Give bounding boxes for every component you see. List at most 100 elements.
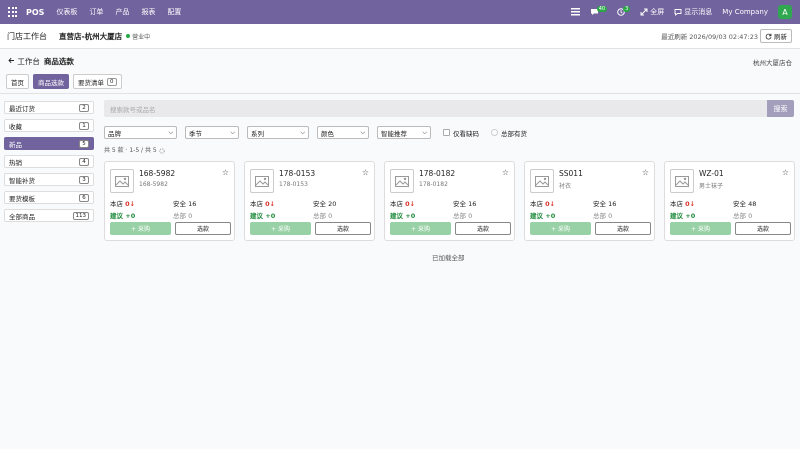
- product-card[interactable]: 168-5982 168-5982 ☆ 本店 0↓ 安全 16 建议 +0 总部…: [104, 161, 235, 241]
- messages-icon[interactable]: 40: [590, 6, 608, 16]
- product-card-grid: 168-5982 168-5982 ☆ 本店 0↓ 安全 16 建议 +0 总部…: [104, 161, 795, 241]
- sidebar-item-favorites[interactable]: 收藏 1: [4, 119, 94, 132]
- pick-style-button[interactable]: 选款: [175, 222, 231, 235]
- back-to-workbench-link[interactable]: 工作台: [8, 56, 40, 67]
- workbench-header: 门店工作台 直营店-杭州大厦店 营业中 最近刷新 2026/09/03 02:4…: [0, 24, 800, 49]
- sidebar-item-smart-replenish[interactable]: 智能补货 3: [4, 173, 94, 186]
- favorite-star-icon[interactable]: ☆: [502, 168, 509, 177]
- pick-style-button[interactable]: 选款: [315, 222, 371, 235]
- only-short-size-checkbox[interactable]: 仅看缺码: [443, 128, 479, 138]
- brand-select[interactable]: 品牌 ⌵: [104, 126, 177, 139]
- app-brand[interactable]: POS: [26, 8, 44, 17]
- store-status-label: 营业中: [132, 33, 151, 41]
- refresh-label: 刷新: [774, 33, 787, 41]
- pick-style-button[interactable]: 选款: [735, 222, 791, 235]
- store-stock: 本店 0↓: [110, 198, 135, 208]
- product-code: 178-0182: [419, 169, 456, 178]
- add-purchase-button[interactable]: + 采购: [670, 222, 731, 235]
- menu-item-reports[interactable]: 报表: [141, 7, 155, 17]
- radio-icon: [491, 129, 498, 136]
- chevron-down-icon: ⌵: [300, 128, 305, 136]
- product-subtitle: 178-0153: [279, 181, 308, 188]
- menu-item-orders[interactable]: 订单: [89, 7, 103, 17]
- arrow-down-icon: ↓: [269, 200, 276, 208]
- safety-stock: 安全 16: [593, 200, 617, 208]
- company-switcher[interactable]: My Company: [722, 8, 768, 16]
- only-short-size-label: 仅看缺码: [453, 129, 479, 138]
- arrow-down-icon: ↓: [549, 200, 556, 208]
- tab-requisition-list-label: 要货清单: [78, 78, 104, 87]
- store-name: 直营店-杭州大厦店: [59, 31, 123, 41]
- store-status: 营业中: [126, 32, 150, 41]
- tab-requisition-list[interactable]: 要货清单 0: [73, 74, 122, 89]
- favorite-star-icon[interactable]: ☆: [362, 168, 369, 177]
- tab-home[interactable]: 首页: [6, 74, 29, 89]
- product-card[interactable]: 178-0182 178-0182 ☆ 本店 0↓ 安全 16 建议 +0 总部…: [384, 161, 515, 241]
- breadcrumb-current: 商品选款: [43, 57, 74, 66]
- fullscreen-label: 全屏: [650, 8, 665, 16]
- sidebar-item-templates[interactable]: 要货模板 6: [4, 191, 94, 204]
- chevron-down-icon: ⌵: [230, 128, 235, 136]
- sidebar-item-all-products[interactable]: 全部商品 113: [4, 209, 94, 222]
- loading-spinner-icon: [159, 147, 165, 154]
- sidebar-item-label: 热销: [9, 158, 22, 167]
- tab-product-selection[interactable]: 商品选款: [33, 74, 69, 89]
- season-select-label: 季节: [189, 129, 202, 138]
- season-select[interactable]: 季节 ⌵: [185, 126, 239, 139]
- product-card[interactable]: 178-0153 178-0153 ☆ 本店 0↓ 安全 20 建议 +0 总部…: [244, 161, 375, 241]
- sidebar-item-label: 要货模板: [9, 194, 35, 203]
- sidebar-item-recent-orders[interactable]: 最近订货 2: [4, 101, 94, 114]
- favorite-star-icon[interactable]: ☆: [782, 168, 789, 177]
- list-view-icon[interactable]: [570, 8, 580, 16]
- menu-item-config[interactable]: 配置: [167, 7, 181, 17]
- user-avatar[interactable]: A: [778, 5, 792, 19]
- smart-recommend-select[interactable]: 智能推荐 ⌵: [377, 126, 431, 139]
- sidebar-item-new-products[interactable]: 新品 5: [4, 137, 94, 150]
- safety-stock: 安全 16: [453, 200, 477, 208]
- chat-icon: [674, 9, 682, 16]
- add-purchase-button[interactable]: + 采购: [110, 222, 171, 235]
- apps-menu-icon[interactable]: [8, 7, 18, 17]
- divider: [0, 93, 800, 94]
- suggested-qty: 建议 +0: [110, 212, 136, 220]
- back-label: 工作台: [17, 57, 40, 66]
- product-card[interactable]: WZ-01 男士袜子 ☆ 本店 0↓ 安全 48 建议 +0 总部 0 + 采购…: [664, 161, 795, 241]
- chevron-down-icon: ⌵: [360, 128, 365, 136]
- series-select-label: 系列: [251, 129, 264, 138]
- menu-item-products[interactable]: 产品: [115, 7, 129, 17]
- color-select-label: 颜色: [321, 129, 334, 138]
- show-messages-button[interactable]: 显示消息: [674, 7, 712, 17]
- favorite-star-icon[interactable]: ☆: [642, 168, 649, 177]
- sidebar-item-hot-sales[interactable]: 热销 4: [4, 155, 94, 168]
- requisition-count-badge: 0: [107, 77, 117, 86]
- series-select[interactable]: 系列 ⌵: [247, 126, 309, 139]
- warehouse-name: 杭州大厦店仓: [753, 59, 792, 67]
- pick-style-button[interactable]: 选款: [455, 222, 511, 235]
- pick-style-button[interactable]: 选款: [595, 222, 651, 235]
- color-select[interactable]: 颜色 ⌵: [317, 126, 369, 139]
- fullscreen-button[interactable]: 全屏: [640, 7, 664, 17]
- favorite-star-icon[interactable]: ☆: [222, 168, 229, 177]
- arrow-left-icon: [8, 57, 14, 64]
- product-subtitle: 178-0182: [419, 181, 448, 188]
- search-button[interactable]: 搜索: [767, 100, 794, 117]
- hq-in-stock-toggle[interactable]: 总部有货: [491, 128, 527, 138]
- search-input[interactable]: 搜索款号或品名: [104, 100, 767, 117]
- product-subtitle: 衬衣: [559, 183, 572, 190]
- sidebar-item-label: 收藏: [9, 122, 22, 131]
- refresh-button[interactable]: 刷新: [760, 29, 792, 43]
- safety-stock: 安全 16: [173, 200, 197, 208]
- arrow-down-icon: ↓: [689, 200, 696, 208]
- add-purchase-button[interactable]: + 采购: [250, 222, 311, 235]
- hq-stock: 总部 0: [593, 212, 613, 220]
- menu-item-dashboard[interactable]: 仪表板: [56, 7, 77, 17]
- product-card[interactable]: SS011 衬衣 ☆ 本店 0↓ 安全 16 建议 +0 总部 0 + 采购 选…: [524, 161, 655, 241]
- sidebar-item-count: 1: [79, 121, 89, 130]
- add-purchase-button[interactable]: + 采购: [390, 222, 451, 235]
- store-stock-label: 本店: [250, 200, 263, 208]
- sidebar-item-count: 2: [79, 103, 89, 112]
- add-purchase-button[interactable]: + 采购: [530, 222, 591, 235]
- activity-clock-icon[interactable]: 3: [617, 6, 631, 16]
- search-placeholder: 搜索款号或品名: [110, 105, 156, 114]
- sidebar-item-label: 智能补货: [9, 176, 35, 185]
